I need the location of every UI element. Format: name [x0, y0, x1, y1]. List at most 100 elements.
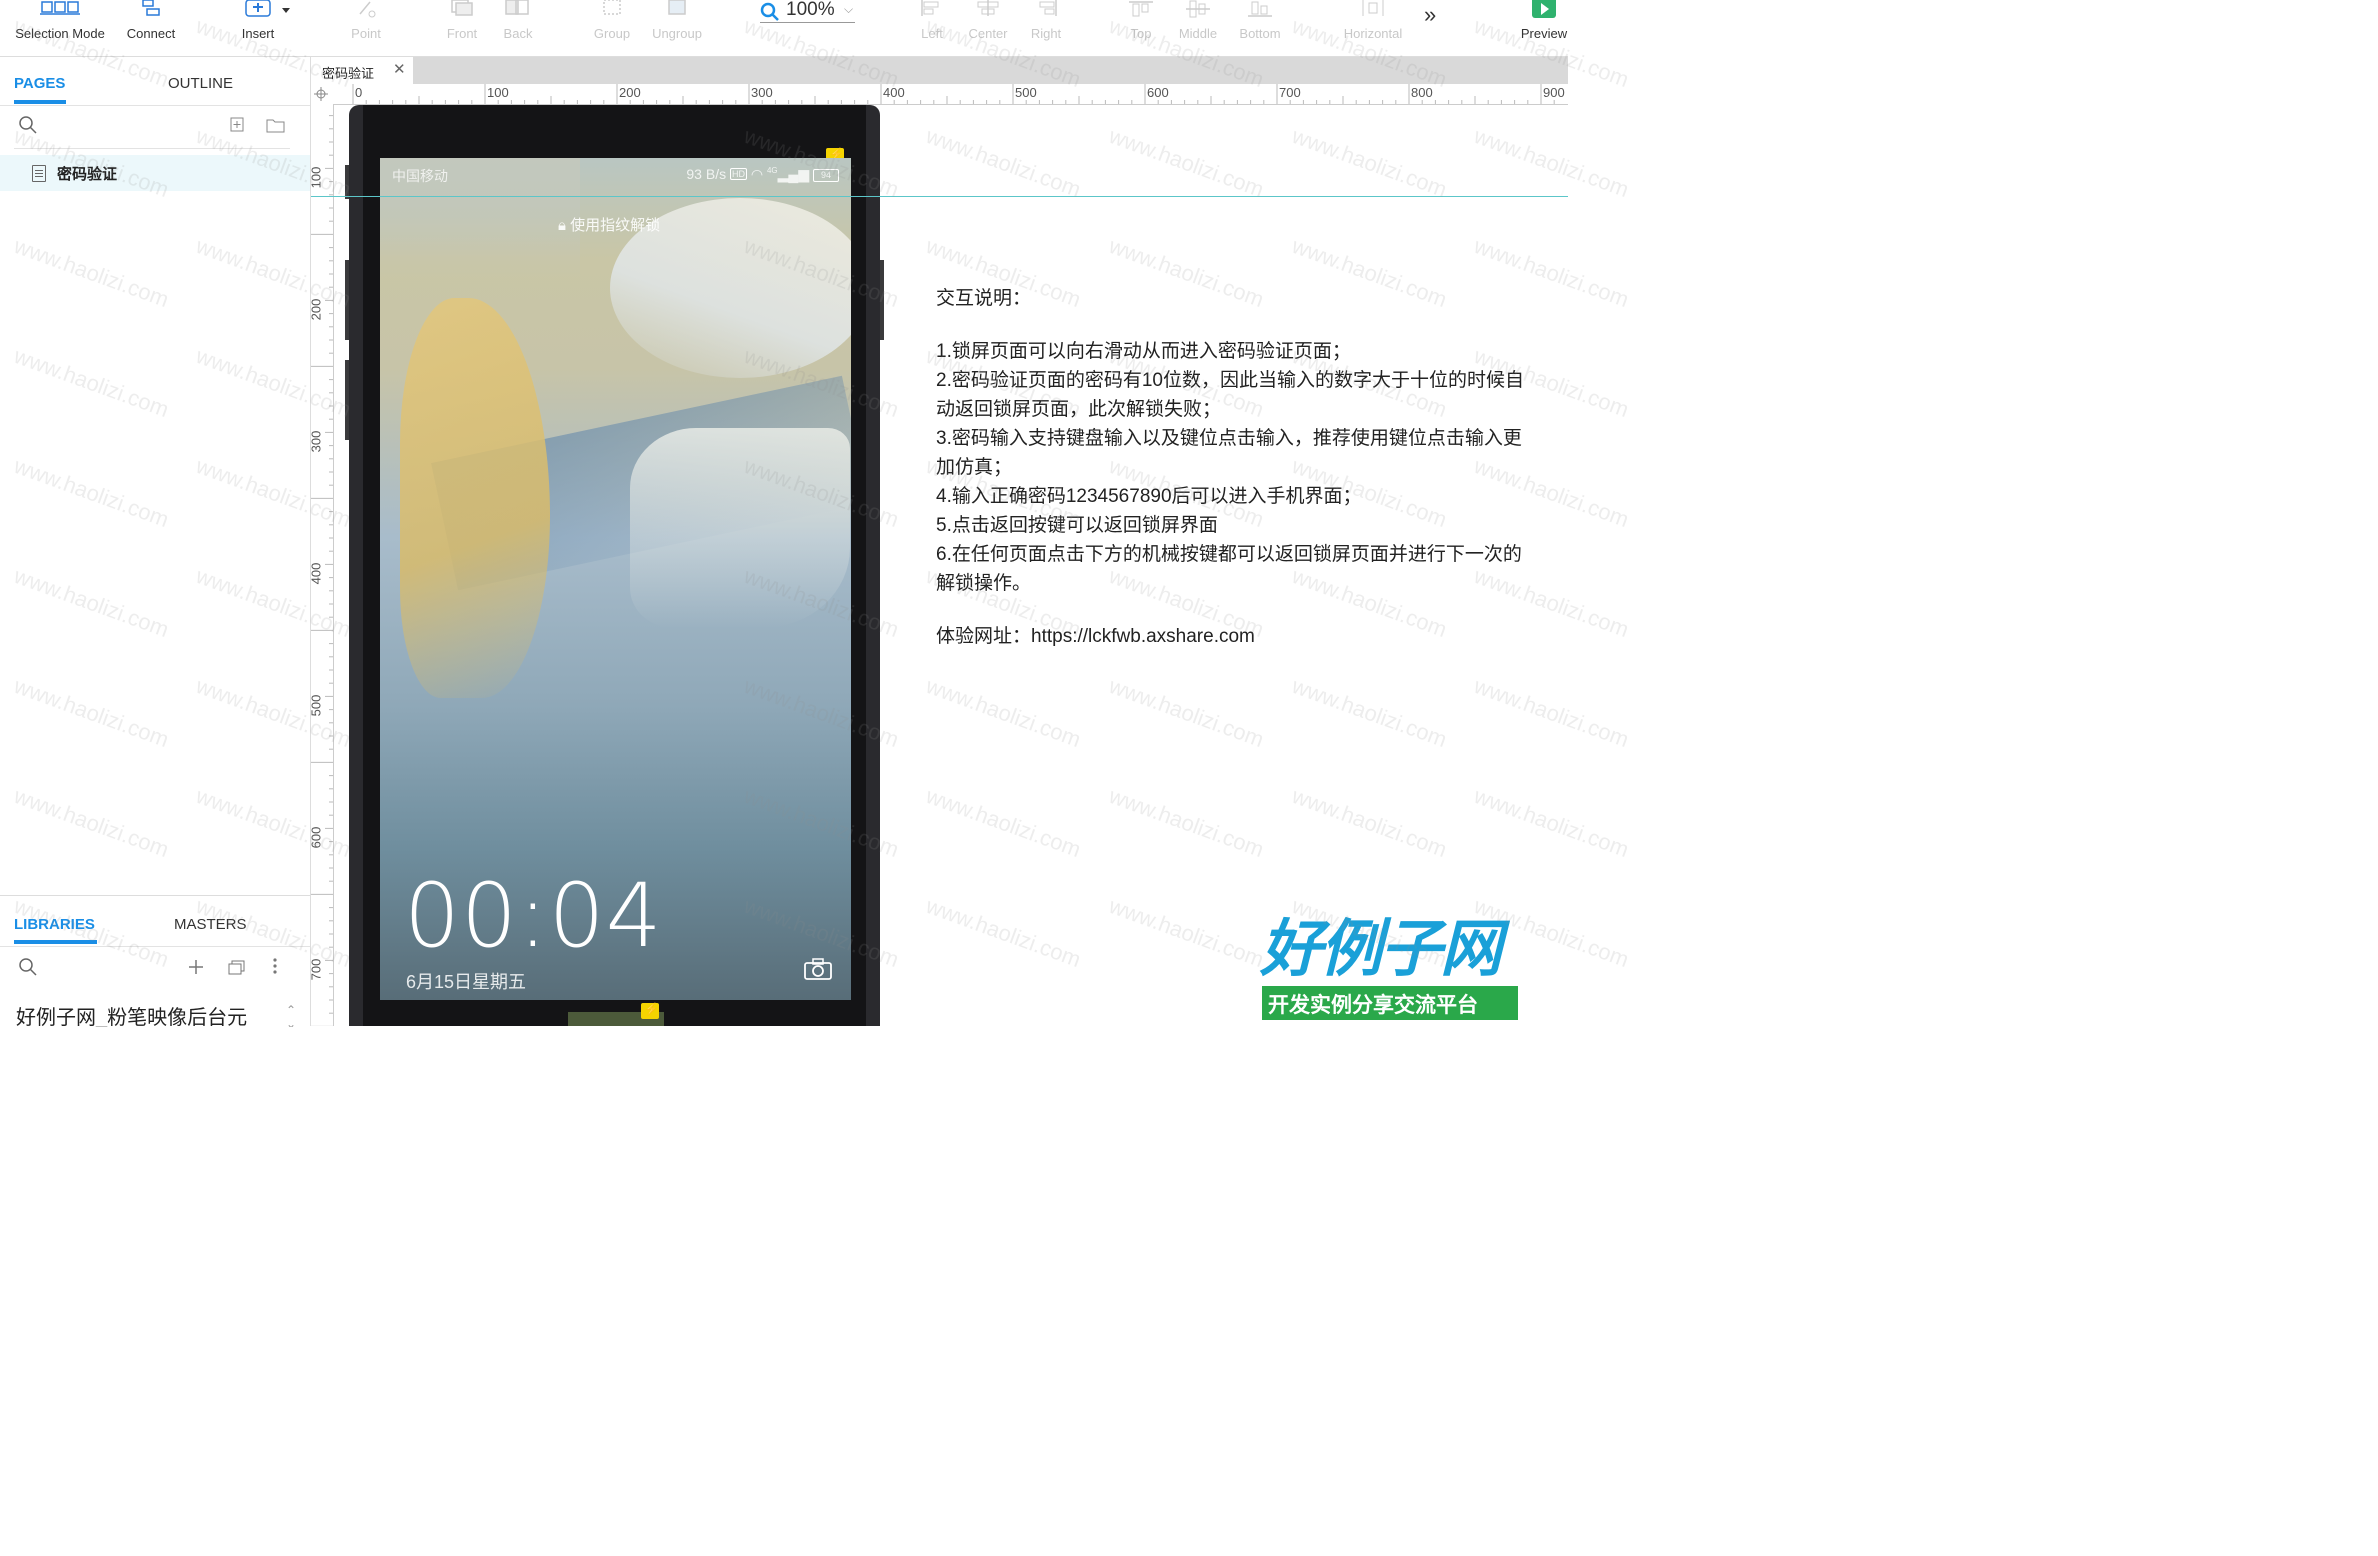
battery-icon: 94 [813, 169, 839, 182]
align-left-button[interactable]: Left [910, 0, 954, 56]
align-center-button[interactable]: Center [964, 0, 1012, 56]
ruler-label: 300 [311, 430, 324, 453]
align-bottom-icon [1248, 1, 1272, 17]
insert-button[interactable]: Insert [236, 0, 290, 56]
ruler-label: 400 [311, 562, 324, 585]
page-doc-icon [32, 165, 46, 182]
library-stack-icon[interactable] [228, 959, 246, 975]
ruler-label: 100 [487, 85, 509, 100]
connect-icon [142, 0, 160, 16]
align-right-button[interactable]: Right [1024, 0, 1068, 56]
align-right-icon [1039, 0, 1057, 16]
group-icon [603, 0, 621, 15]
align-center-icon [977, 0, 999, 16]
toolbar-label: Left [921, 26, 943, 41]
document-tab-title: 密码验证 [322, 66, 375, 81]
horizontal-guide[interactable] [311, 196, 1568, 197]
align-bottom-button[interactable]: Bottom [1234, 0, 1286, 56]
library-select[interactable]: 好例子网_粉笔映像后台元 ⌃ ⌄ [16, 1001, 296, 1027]
more-options-icon[interactable] [272, 957, 278, 975]
lock-date: 6月15日星期五 [406, 972, 527, 992]
phone-side-button[interactable] [345, 260, 349, 340]
ruler-label: 700 [1279, 85, 1301, 100]
lock-screen[interactable]: 中国移动 93 B/s HD ◠ 4G▂▄▆ 94 🔒︎ 使用指纹解锁 00:0… [380, 158, 851, 1000]
align-middle-button[interactable]: Middle [1174, 0, 1222, 56]
carrier-name: 中国移动 [392, 168, 448, 184]
preview-icon [1532, 0, 1556, 18]
toolbar-label: Middle [1178, 26, 1218, 41]
lock-hint-text: 使用指纹解锁 [570, 217, 661, 234]
ruler-label: 300 [751, 85, 773, 100]
phone-side-button[interactable] [345, 165, 349, 199]
align-middle-icon [1186, 0, 1210, 18]
toolbar-label: Bottom [1239, 26, 1281, 41]
library-tools [0, 945, 310, 989]
libraries-masters-tabs: LIBRARIES MASTERS [0, 895, 310, 947]
ungroup-button[interactable]: Ungroup [648, 0, 706, 56]
wallpaper-stroke [400, 298, 550, 698]
align-top-icon [1129, 1, 1153, 17]
interaction-notes: 交互说明： 1.锁屏页面可以向右滑动从而进入密码验证页面； 2.密码验证页面的密… [936, 284, 1536, 651]
toolbar-label: Insert [241, 26, 275, 41]
distribute-horizontal-icon [1362, 0, 1384, 16]
connect-button[interactable]: Connect [118, 0, 184, 56]
search-icon[interactable] [18, 115, 38, 135]
camera-icon[interactable] [804, 958, 832, 980]
point-button[interactable]: Point [344, 0, 388, 56]
page-item[interactable]: 密码验证 [0, 155, 310, 191]
back-icon [505, 0, 529, 15]
tab-masters[interactable]: MASTERS [174, 916, 247, 933]
selection-mode-button[interactable]: Selection Mode [10, 0, 110, 56]
left-panel: PAGES OUTLINE 密码验证 LIBRARIES MASTERS 好例子… [0, 57, 311, 1027]
phone-side-button[interactable] [345, 360, 349, 440]
tab-pages[interactable]: PAGES [14, 75, 65, 92]
bring-front-button[interactable]: Front [440, 0, 484, 56]
group-button[interactable]: Group [588, 0, 636, 56]
close-icon[interactable]: ✕ [393, 60, 406, 78]
preview-button[interactable]: Preview [1516, 0, 1572, 56]
search-icon[interactable] [18, 957, 38, 977]
notes-url: 体验网址：https://lckfwb.axshare.com [936, 626, 1255, 647]
add-page-icon[interactable] [230, 117, 246, 133]
site-logo: 好例子网 开发实例分享交流平台 [1260, 914, 1520, 1020]
toolbar-label: Top [1130, 26, 1152, 41]
document-tab-strip: 密码验证 ✕ [311, 57, 1568, 84]
pages-tools [0, 105, 310, 149]
tab-outline[interactable]: OUTLINE [168, 75, 233, 92]
main-toolbar: Selection Mode Connect Insert Point Fron… [0, 0, 1568, 57]
phone-power-button[interactable] [880, 260, 884, 340]
active-tab-indicator [14, 100, 66, 104]
ruler-label: 200 [311, 298, 324, 321]
chevron-down-icon: ⌵ [844, 2, 854, 16]
notes-line: 3.密码输入支持键盘输入以及键位点击输入，推荐使用键位点击输入更加仿真； [936, 428, 1522, 478]
toolbar-label: Preview [1520, 26, 1568, 41]
tab-libraries[interactable]: LIBRARIES [14, 916, 95, 933]
add-icon[interactable] [188, 959, 204, 975]
crosshair-icon[interactable] [314, 87, 328, 101]
active-tab-indicator [14, 940, 97, 944]
distribute-horizontal-button[interactable]: Horizontal [1338, 0, 1408, 56]
toolbar-label: Right [1030, 26, 1062, 41]
battery-level: 94 [820, 170, 831, 180]
signal-type: 4G [766, 166, 778, 175]
ruler-label: 400 [883, 85, 905, 100]
point-icon [359, 1, 376, 18]
ungroup-icon [668, 0, 686, 15]
ruler-label: 700 [311, 958, 324, 981]
toolbar-label: Group [593, 26, 631, 41]
ruler-label: 600 [311, 826, 324, 849]
zoom-select[interactable]: 100% ⌵ [760, 0, 855, 23]
add-folder-icon[interactable] [266, 117, 286, 133]
double-chevron-right-icon[interactable]: » [1424, 2, 1436, 28]
ruler-label: 0 [355, 85, 363, 100]
document-tab[interactable]: 密码验证 ✕ [311, 57, 413, 84]
send-back-button[interactable]: Back [496, 0, 540, 56]
signal-icon: ▂▄▆ [777, 166, 810, 182]
ruler-label: 600 [1147, 85, 1169, 100]
align-top-button[interactable]: Top [1120, 0, 1162, 56]
selection-mode-icon [40, 1, 80, 15]
insert-icon [245, 0, 290, 17]
notes-line: 5.点击返回按键可以返回锁屏界面 [936, 515, 1218, 536]
front-icon [451, 0, 473, 16]
toolbar-label: Front [446, 26, 478, 41]
